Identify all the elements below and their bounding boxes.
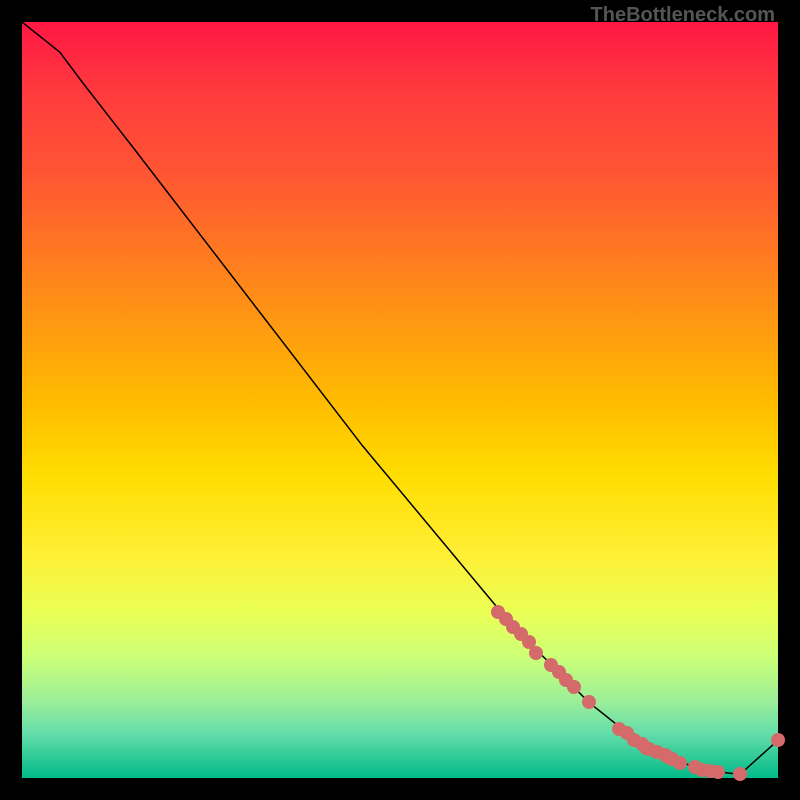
data-point [529,646,543,660]
plot-area [22,22,778,778]
data-point [567,680,581,694]
data-point [673,756,687,770]
data-point [711,765,725,779]
data-point [771,733,785,747]
watermark-text: TheBottleneck.com [591,4,775,27]
chart-container: TheBottleneck.com [0,0,800,800]
data-point [733,767,747,781]
data-point [582,695,596,709]
curve-line [22,22,778,778]
